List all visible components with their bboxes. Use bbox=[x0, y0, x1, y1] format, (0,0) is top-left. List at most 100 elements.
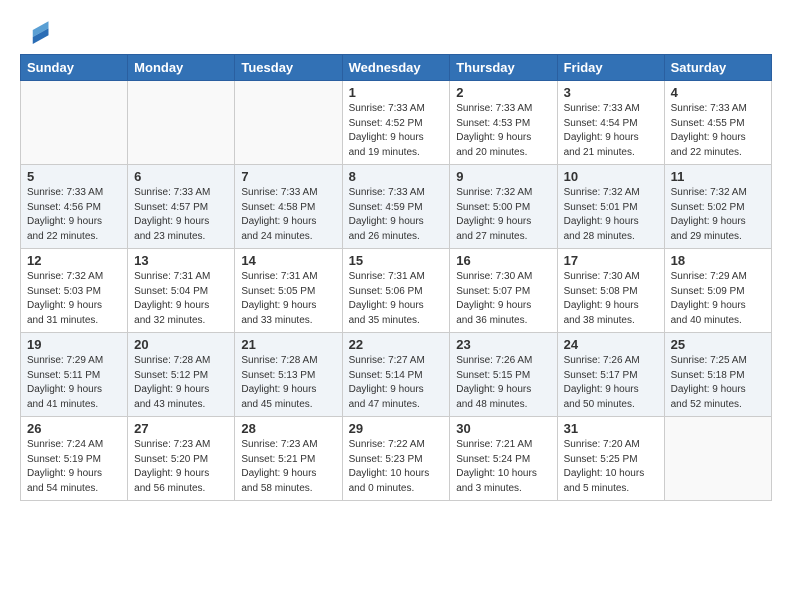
day-number: 8 bbox=[349, 169, 444, 184]
day-number: 17 bbox=[564, 253, 658, 268]
calendar-cell: 12Sunrise: 7:32 AM Sunset: 5:03 PM Dayli… bbox=[21, 249, 128, 333]
day-number: 3 bbox=[564, 85, 658, 100]
calendar-cell: 9Sunrise: 7:32 AM Sunset: 5:00 PM Daylig… bbox=[450, 165, 557, 249]
day-info: Sunrise: 7:26 AM Sunset: 5:17 PM Dayligh… bbox=[564, 354, 658, 412]
calendar-week-3: 12Sunrise: 7:32 AM Sunset: 5:03 PM Dayli… bbox=[21, 249, 772, 333]
day-number: 12 bbox=[27, 253, 121, 268]
weekday-header-thursday: Thursday bbox=[450, 55, 557, 81]
day-number: 23 bbox=[456, 337, 550, 352]
day-number: 1 bbox=[349, 85, 444, 100]
day-number: 7 bbox=[241, 169, 335, 184]
day-number: 10 bbox=[564, 169, 658, 184]
day-info: Sunrise: 7:33 AM Sunset: 4:56 PM Dayligh… bbox=[27, 186, 121, 244]
day-info: Sunrise: 7:33 AM Sunset: 4:59 PM Dayligh… bbox=[349, 186, 444, 244]
calendar-cell bbox=[128, 81, 235, 165]
day-number: 6 bbox=[134, 169, 228, 184]
logo-icon bbox=[24, 16, 52, 44]
day-info: Sunrise: 7:33 AM Sunset: 4:55 PM Dayligh… bbox=[671, 102, 765, 160]
day-number: 5 bbox=[27, 169, 121, 184]
calendar-cell: 11Sunrise: 7:32 AM Sunset: 5:02 PM Dayli… bbox=[664, 165, 771, 249]
day-number: 31 bbox=[564, 421, 658, 436]
calendar-cell: 18 Sunrise: 7:29 AM Sunset: 5:09 PM Dayli… bbox=[664, 249, 771, 333]
day-info: Sunrise: 7:33 AM Sunset: 4:57 PM Dayligh… bbox=[134, 186, 228, 244]
calendar-week-1: 1 Sunrise: 7:33 AM Sunset: 4:52 PM Daylig… bbox=[21, 81, 772, 165]
day-number: 22 bbox=[349, 337, 444, 352]
day-number: 14 bbox=[241, 253, 335, 268]
calendar-cell: 16 Sunrise: 7:30 AM Sunset: 5:07 PM Dayli… bbox=[450, 249, 557, 333]
day-number: 2 bbox=[456, 85, 550, 100]
calendar-cell: 6 Sunrise: 7:33 AM Sunset: 4:57 PM Daylig… bbox=[128, 165, 235, 249]
calendar-cell: 5 Sunrise: 7:33 AM Sunset: 4:56 PM Daylig… bbox=[21, 165, 128, 249]
calendar-cell: 26Sunrise: 7:24 AM Sunset: 5:19 PM Dayli… bbox=[21, 417, 128, 501]
day-info: Sunrise: 7:28 AM Sunset: 5:12 PM Dayligh… bbox=[134, 354, 228, 412]
day-number: 18 bbox=[671, 253, 765, 268]
weekday-header-sunday: Sunday bbox=[21, 55, 128, 81]
calendar-cell: 30 Sunrise: 7:21 AM Sunset: 5:24 PM Dayli… bbox=[450, 417, 557, 501]
calendar-week-2: 5 Sunrise: 7:33 AM Sunset: 4:56 PM Daylig… bbox=[21, 165, 772, 249]
calendar-cell: 24 Sunrise: 7:26 AM Sunset: 5:17 PM Dayli… bbox=[557, 333, 664, 417]
weekday-header-saturday: Saturday bbox=[664, 55, 771, 81]
day-number: 25 bbox=[671, 337, 765, 352]
day-number: 15 bbox=[349, 253, 444, 268]
day-info: Sunrise: 7:20 AM Sunset: 5:25 PM Dayligh… bbox=[564, 438, 658, 496]
calendar-cell: 19Sunrise: 7:29 AM Sunset: 5:11 PM Dayli… bbox=[21, 333, 128, 417]
calendar-cell: 21 Sunrise: 7:28 AM Sunset: 5:13 PM Dayli… bbox=[235, 333, 342, 417]
calendar-week-5: 26Sunrise: 7:24 AM Sunset: 5:19 PM Dayli… bbox=[21, 417, 772, 501]
day-number: 21 bbox=[241, 337, 335, 352]
day-info: Sunrise: 7:28 AM Sunset: 5:13 PM Dayligh… bbox=[241, 354, 335, 412]
day-info: Sunrise: 7:26 AM Sunset: 5:15 PM Dayligh… bbox=[456, 354, 550, 412]
day-number: 28 bbox=[241, 421, 335, 436]
calendar-table: SundayMondayTuesdayWednesdayThursdayFrid… bbox=[20, 54, 772, 501]
day-info: Sunrise: 7:33 AM Sunset: 4:52 PM Dayligh… bbox=[349, 102, 444, 160]
day-info: Sunrise: 7:23 AM Sunset: 5:20 PM Dayligh… bbox=[134, 438, 228, 496]
calendar-cell: 29Sunrise: 7:22 AM Sunset: 5:23 PM Dayli… bbox=[342, 417, 450, 501]
day-number: 19 bbox=[27, 337, 121, 352]
day-info: Sunrise: 7:32 AM Sunset: 5:01 PM Dayligh… bbox=[564, 186, 658, 244]
calendar-cell: 23 Sunrise: 7:26 AM Sunset: 5:15 PM Dayli… bbox=[450, 333, 557, 417]
calendar-cell bbox=[664, 417, 771, 501]
day-info: Sunrise: 7:32 AM Sunset: 5:00 PM Dayligh… bbox=[456, 186, 550, 244]
day-info: Sunrise: 7:29 AM Sunset: 5:09 PM Dayligh… bbox=[671, 270, 765, 328]
weekday-header-monday: Monday bbox=[128, 55, 235, 81]
weekday-header-row: SundayMondayTuesdayWednesdayThursdayFrid… bbox=[21, 55, 772, 81]
calendar-cell: 15 Sunrise: 7:31 AM Sunset: 5:06 PM Dayli… bbox=[342, 249, 450, 333]
calendar-cell: 8 Sunrise: 7:33 AM Sunset: 4:59 PM Daylig… bbox=[342, 165, 450, 249]
day-number: 4 bbox=[671, 85, 765, 100]
day-info: Sunrise: 7:22 AM Sunset: 5:23 PM Dayligh… bbox=[349, 438, 444, 496]
weekday-header-wednesday: Wednesday bbox=[342, 55, 450, 81]
logo bbox=[20, 16, 52, 44]
weekday-header-tuesday: Tuesday bbox=[235, 55, 342, 81]
day-info: Sunrise: 7:33 AM Sunset: 4:58 PM Dayligh… bbox=[241, 186, 335, 244]
day-number: 11 bbox=[671, 169, 765, 184]
day-info: Sunrise: 7:21 AM Sunset: 5:24 PM Dayligh… bbox=[456, 438, 550, 496]
weekday-header-friday: Friday bbox=[557, 55, 664, 81]
day-info: Sunrise: 7:24 AM Sunset: 5:19 PM Dayligh… bbox=[27, 438, 121, 496]
calendar-cell: 28 Sunrise: 7:23 AM Sunset: 5:21 PM Dayli… bbox=[235, 417, 342, 501]
day-number: 27 bbox=[134, 421, 228, 436]
day-info: Sunrise: 7:23 AM Sunset: 5:21 PM Dayligh… bbox=[241, 438, 335, 496]
calendar-cell bbox=[235, 81, 342, 165]
day-number: 16 bbox=[456, 253, 550, 268]
calendar-cell: 31 Sunrise: 7:20 AM Sunset: 5:25 PM Dayli… bbox=[557, 417, 664, 501]
calendar-cell bbox=[21, 81, 128, 165]
calendar-cell: 2 Sunrise: 7:33 AM Sunset: 4:53 PM Daylig… bbox=[450, 81, 557, 165]
calendar-cell: 3 Sunrise: 7:33 AM Sunset: 4:54 PM Daylig… bbox=[557, 81, 664, 165]
day-info: Sunrise: 7:31 AM Sunset: 5:06 PM Dayligh… bbox=[349, 270, 444, 328]
day-number: 30 bbox=[456, 421, 550, 436]
calendar-cell: 7 Sunrise: 7:33 AM Sunset: 4:58 PM Daylig… bbox=[235, 165, 342, 249]
calendar-cell: 27 Sunrise: 7:23 AM Sunset: 5:20 PM Dayli… bbox=[128, 417, 235, 501]
calendar-cell: 14 Sunrise: 7:31 AM Sunset: 5:05 PM Dayli… bbox=[235, 249, 342, 333]
calendar-cell: 1 Sunrise: 7:33 AM Sunset: 4:52 PM Daylig… bbox=[342, 81, 450, 165]
day-info: Sunrise: 7:33 AM Sunset: 4:53 PM Dayligh… bbox=[456, 102, 550, 160]
day-number: 13 bbox=[134, 253, 228, 268]
calendar-cell: 10 Sunrise: 7:32 AM Sunset: 5:01 PM Dayli… bbox=[557, 165, 664, 249]
day-info: Sunrise: 7:27 AM Sunset: 5:14 PM Dayligh… bbox=[349, 354, 444, 412]
day-number: 24 bbox=[564, 337, 658, 352]
calendar-cell: 4 Sunrise: 7:33 AM Sunset: 4:55 PM Daylig… bbox=[664, 81, 771, 165]
day-info: Sunrise: 7:31 AM Sunset: 5:05 PM Dayligh… bbox=[241, 270, 335, 328]
day-number: 20 bbox=[134, 337, 228, 352]
day-info: Sunrise: 7:30 AM Sunset: 5:07 PM Dayligh… bbox=[456, 270, 550, 328]
day-info: Sunrise: 7:33 AM Sunset: 4:54 PM Dayligh… bbox=[564, 102, 658, 160]
calendar-cell: 13Sunrise: 7:31 AM Sunset: 5:04 PM Dayli… bbox=[128, 249, 235, 333]
calendar-cell: 20 Sunrise: 7:28 AM Sunset: 5:12 PM Dayli… bbox=[128, 333, 235, 417]
